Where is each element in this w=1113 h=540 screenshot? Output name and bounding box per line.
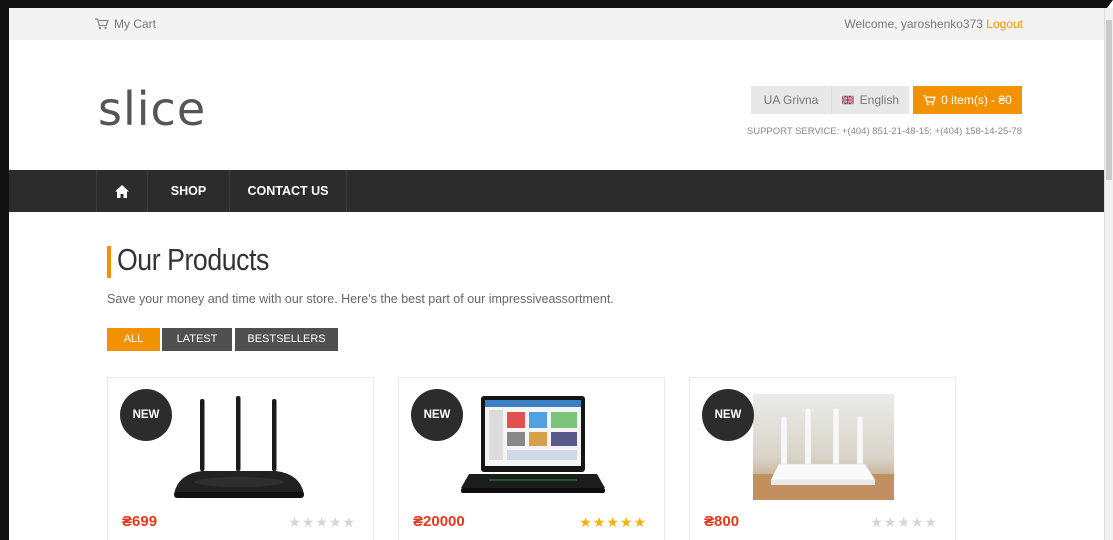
nav-shop[interactable]: SHOP xyxy=(148,170,230,212)
new-badge: NEW xyxy=(702,389,754,441)
page-title: Our Products xyxy=(117,242,269,277)
nav-contact-us[interactable]: CONTACT US xyxy=(230,170,347,212)
star-icon[interactable]: ★ xyxy=(302,514,316,530)
my-cart-link[interactable]: My Cart xyxy=(95,17,156,31)
welcome-text: Welcome, yaroshenko373 xyxy=(844,17,983,31)
filter-bestsellers-tab[interactable]: BESTSELLERS xyxy=(235,328,338,351)
welcome-message: Welcome, yaroshenko373 Logout xyxy=(844,17,1023,31)
support-service-text: SUPPORT SERVICE: +(404) 851-21-48-15; +(… xyxy=(746,126,1022,137)
home-icon xyxy=(115,184,129,198)
page-subtitle: Save your money and time with our store.… xyxy=(107,292,614,306)
site-logo[interactable]: slice xyxy=(98,82,206,136)
star-icon[interactable]: ★ xyxy=(911,514,925,530)
main-nav: SHOP CONTACT US xyxy=(9,170,1104,212)
star-icon[interactable]: ★ xyxy=(897,514,911,530)
uk-flag-icon xyxy=(842,95,854,105)
cart-summary-label: 0 item(s) - ₴0 xyxy=(941,93,1012,107)
rating-stars[interactable]: ★★★★★ xyxy=(870,514,938,531)
cart-icon xyxy=(923,94,936,105)
star-icon[interactable]: ★ xyxy=(633,514,647,530)
page: My Cart Welcome, yaroshenko373 Logout sl… xyxy=(9,8,1104,540)
new-badge: NEW xyxy=(411,389,463,441)
star-icon[interactable]: ★ xyxy=(288,514,302,530)
star-icon[interactable]: ★ xyxy=(620,514,634,530)
title-accent-bar xyxy=(107,246,111,278)
star-icon[interactable]: ★ xyxy=(924,514,938,530)
product-price: ₴800 xyxy=(704,513,740,530)
filter-all-tab[interactable]: ALL xyxy=(107,328,160,351)
product-price: ₴699 xyxy=(122,513,158,530)
router-photo-icon xyxy=(753,394,894,500)
star-icon[interactable]: ★ xyxy=(342,514,356,530)
laptop-icon xyxy=(461,396,605,493)
star-icon[interactable]: ★ xyxy=(329,514,343,530)
cart-icon xyxy=(95,18,109,30)
product-card[interactable]: NEW ₴20000 ★★★★★ xyxy=(398,377,665,540)
top-bar: My Cart Welcome, yaroshenko373 Logout xyxy=(9,8,1104,40)
star-icon[interactable]: ★ xyxy=(884,514,898,530)
vertical-scrollbar[interactable] xyxy=(1104,8,1113,540)
cart-summary-button[interactable]: 0 item(s) - ₴0 xyxy=(913,86,1022,114)
logout-link[interactable]: Logout xyxy=(986,17,1023,31)
rating-stars[interactable]: ★★★★★ xyxy=(579,514,647,531)
rating-stars[interactable]: ★★★★★ xyxy=(288,514,356,531)
my-cart-label: My Cart xyxy=(114,17,156,31)
star-icon[interactable]: ★ xyxy=(606,514,620,530)
star-icon[interactable]: ★ xyxy=(315,514,329,530)
filter-latest-tab[interactable]: LATEST xyxy=(162,328,232,351)
currency-selector[interactable]: UA Grivna xyxy=(751,86,831,114)
star-icon[interactable]: ★ xyxy=(593,514,607,530)
product-card[interactable]: NEW ₴800 ★★★★★ xyxy=(689,377,956,540)
product-price: ₴20000 xyxy=(413,513,465,530)
language-selector[interactable]: English xyxy=(831,86,909,114)
scrollbar-thumb[interactable] xyxy=(1106,20,1112,180)
header: slice UA Grivna English 0 item(s) - ₴0 S… xyxy=(9,40,1104,170)
nav-home[interactable] xyxy=(96,170,148,212)
wifi-router-icon xyxy=(174,396,304,498)
star-icon[interactable]: ★ xyxy=(579,514,593,530)
language-label: English xyxy=(859,93,899,107)
product-card[interactable]: NEW ₴699 ★★★★★ xyxy=(107,377,374,540)
new-badge: NEW xyxy=(120,389,172,441)
star-icon[interactable]: ★ xyxy=(870,514,884,530)
